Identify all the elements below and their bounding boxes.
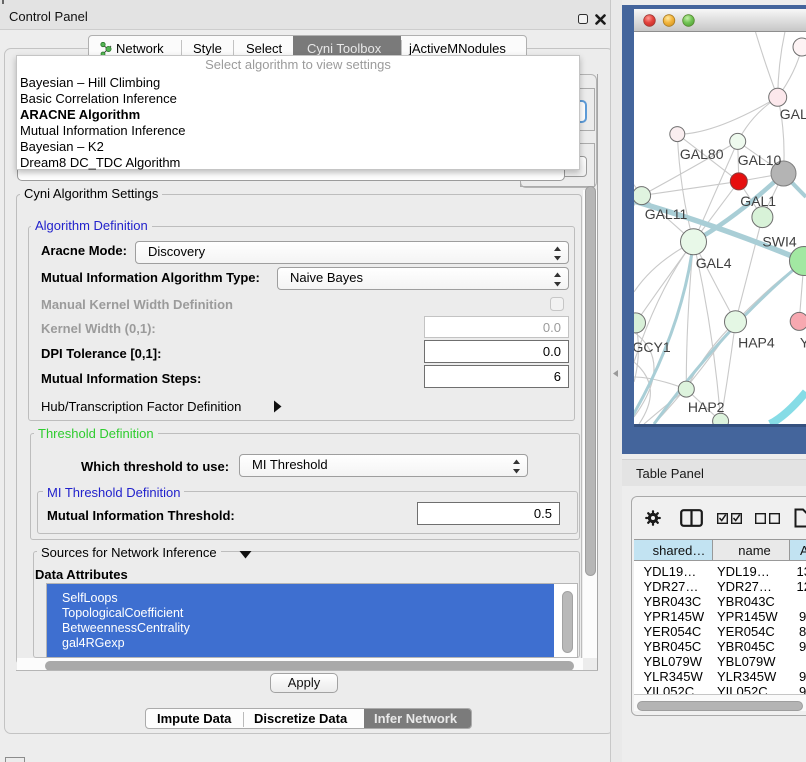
svg-text:Y: Y [800,335,806,351]
svg-text:GAL1: GAL1 [740,193,776,209]
svg-text:GAL10: GAL10 [738,152,782,168]
svg-text:GAL80: GAL80 [680,146,724,162]
svg-text:SWI4: SWI4 [762,234,796,250]
svg-text:GAL4: GAL4 [696,255,732,271]
svg-text:GCY1: GCY1 [634,339,671,355]
svg-text:HAP2: HAP2 [688,399,725,415]
svg-text:GAL11: GAL11 [645,206,688,222]
svg-text:HAP4: HAP4 [738,335,775,351]
svg-text:GAL: GAL [780,106,806,122]
